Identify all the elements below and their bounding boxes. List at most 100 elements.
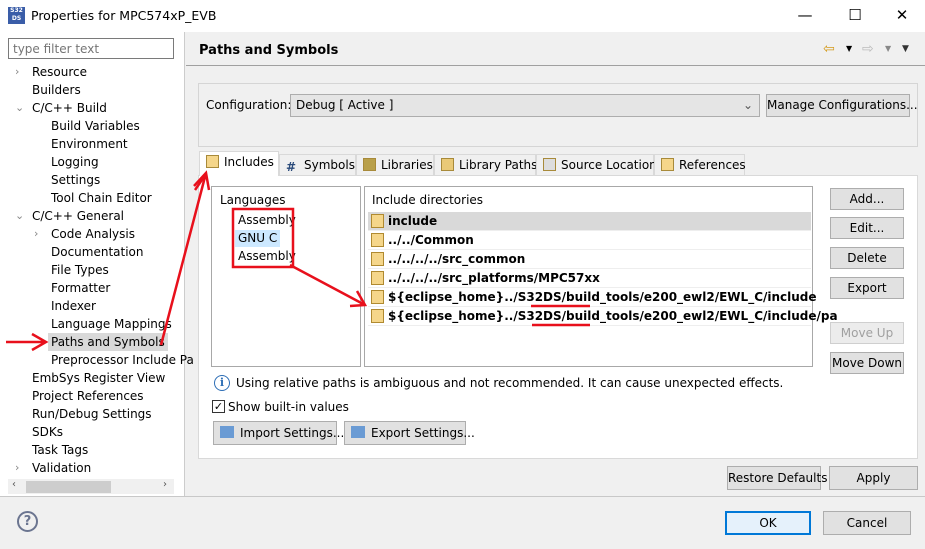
includes-icon (206, 155, 219, 168)
scroll-right-icon[interactable]: › (163, 479, 167, 490)
sidebar-item[interactable]: Language Mappings (51, 315, 172, 333)
tab-libraries[interactable]: Libraries (356, 154, 434, 175)
language-item[interactable]: Assembly (235, 248, 299, 265)
sidebar-item[interactable]: Logging (51, 153, 99, 171)
configuration-value: Debug [ Active ] (296, 98, 394, 112)
sidebar-item[interactable]: Environment (51, 135, 128, 153)
tab-library-paths[interactable]: Library Paths (434, 154, 538, 175)
sidebar-item[interactable]: File Types (51, 261, 109, 279)
include-directory-row[interactable]: ../../../../src_common (368, 250, 811, 269)
show-builtin-label: Show built-in values (228, 400, 349, 414)
back-dropdown-icon[interactable]: ▼ (846, 44, 852, 53)
include-path: ${eclipse_home}../S32DS/build_tools/e200… (388, 290, 817, 304)
delete-button[interactable]: Delete (830, 247, 904, 269)
chevron-down-icon: ⌄ (742, 98, 753, 112)
chevron-right-icon[interactable]: › (15, 65, 19, 78)
import-settings-label: Import Settings... (240, 426, 345, 440)
chevron-down-icon[interactable]: ⌄ (15, 209, 24, 222)
tab-symbols[interactable]: # Symbols (279, 154, 356, 175)
include-folder-icon (371, 309, 384, 323)
chevron-down-icon[interactable]: ⌄ (15, 101, 24, 114)
tab-label: Library Paths (459, 158, 538, 172)
export-settings-label: Export Settings... (371, 426, 475, 440)
tab-source-location[interactable]: Source Location (536, 154, 657, 175)
include-directory-row[interactable]: ../../Common (368, 231, 811, 250)
chevron-right-icon[interactable]: › (34, 227, 38, 240)
include-path: ../../../../src_common (388, 252, 526, 266)
language-item[interactable]: Assembly (235, 212, 299, 229)
language-item[interactable]: GNU C (235, 230, 281, 247)
add-button[interactable]: Add... (830, 188, 904, 210)
sidebar-item[interactable]: Settings (51, 171, 100, 189)
sidebar-item[interactable]: Documentation (51, 243, 144, 261)
include-directory-row[interactable]: ../../../../src_platforms/MPC57xx (368, 269, 811, 288)
sidebar-item[interactable]: Preprocessor Include Pa (51, 351, 194, 369)
maximize-button[interactable]: ☐ (840, 4, 870, 26)
include-directory-row[interactable]: ${eclipse_home}../S32DS/build_tools/e200… (368, 307, 838, 326)
edit-button[interactable]: Edit... (830, 217, 904, 239)
library-paths-icon (441, 158, 454, 171)
tab-includes[interactable]: Includes (199, 151, 279, 176)
tab-label: Source Location (561, 158, 657, 172)
references-icon (661, 158, 674, 171)
forward-dropdown-icon[interactable]: ▼ (885, 44, 891, 53)
export-settings-button[interactable]: Export Settings... (344, 421, 475, 445)
include-folder-icon (371, 233, 384, 247)
include-directories-header: Include directories (372, 193, 484, 207)
close-button[interactable]: ✕ (887, 4, 917, 26)
sidebar-item[interactable]: C/C++ Build (32, 99, 107, 117)
apply-button[interactable]: Apply (829, 466, 918, 490)
languages-header: Languages (220, 193, 286, 207)
import-settings-button[interactable]: Import Settings... (213, 421, 344, 445)
sidebar-item[interactable]: Formatter (51, 279, 110, 297)
chevron-right-icon[interactable]: › (15, 461, 19, 474)
libraries-icon (363, 158, 376, 171)
tab-references[interactable]: References (654, 154, 746, 175)
include-directory-row[interactable]: include (368, 212, 811, 231)
forward-arrow-icon[interactable]: ⇨ (862, 41, 874, 57)
sidebar-item[interactable]: Resource (32, 63, 87, 81)
sidebar-item[interactable]: Run/Debug Settings (32, 405, 152, 423)
sidebar-item[interactable]: Builders (32, 81, 81, 99)
restore-defaults-button[interactable]: Restore Defaults (727, 466, 827, 490)
manage-configurations-button[interactable]: Manage Configurations... (766, 94, 918, 117)
include-path: include (388, 214, 438, 228)
sidebar-item[interactable]: Code Analysis (51, 225, 135, 243)
cancel-button[interactable]: Cancel (823, 511, 911, 535)
include-directory-row[interactable]: ${eclipse_home}../S32DS/build_tools/e200… (368, 288, 817, 307)
view-menu-icon[interactable]: ▼ (902, 44, 909, 54)
sidebar-item[interactable]: Project References (32, 387, 144, 405)
sidebar-item[interactable]: EmbSys Register View (32, 369, 165, 387)
ok-button[interactable]: OK (725, 511, 811, 535)
move-down-button[interactable]: Move Down (830, 352, 904, 374)
import-icon (220, 426, 234, 438)
folder-icon (543, 158, 556, 171)
include-folder-icon (371, 271, 384, 285)
export-button[interactable]: Export (830, 277, 904, 299)
include-folder-icon (371, 252, 384, 266)
move-up-button[interactable]: Move Up (830, 322, 904, 344)
app-logo: S32 DS (8, 7, 25, 24)
minimize-button[interactable]: — (790, 4, 820, 26)
include-path: ../../Common (388, 233, 474, 247)
sidebar-item[interactable]: Indexer (51, 297, 96, 315)
tab-label: References (679, 158, 746, 172)
sidebar-item[interactable]: Tool Chain Editor (51, 189, 152, 207)
sidebar-item[interactable]: SDKs (32, 423, 63, 441)
info-message: Using relative paths is ambiguous and no… (236, 376, 784, 390)
sidebar-item[interactable]: Validation (32, 459, 91, 477)
back-arrow-icon[interactable]: ⇦ (823, 41, 835, 57)
help-icon[interactable]: ? (17, 511, 38, 532)
sidebar-item[interactable]: C/C++ General (32, 207, 124, 225)
export-icon (351, 426, 365, 438)
scroll-left-icon[interactable]: ‹ (12, 479, 16, 490)
sidebar-item[interactable]: Task Tags (32, 441, 88, 459)
tab-label: Includes (224, 155, 274, 169)
show-builtin-checkbox[interactable]: ✓ (212, 400, 225, 413)
filter-input[interactable] (8, 38, 174, 59)
sidebar-item[interactable]: Paths and Symbols (48, 333, 168, 351)
configuration-label: Configuration: (206, 98, 292, 112)
configuration-select[interactable]: Debug [ Active ] ⌄ (290, 94, 760, 117)
sidebar-item[interactable]: Build Variables (51, 117, 140, 135)
scrollbar-thumb[interactable] (26, 481, 111, 493)
